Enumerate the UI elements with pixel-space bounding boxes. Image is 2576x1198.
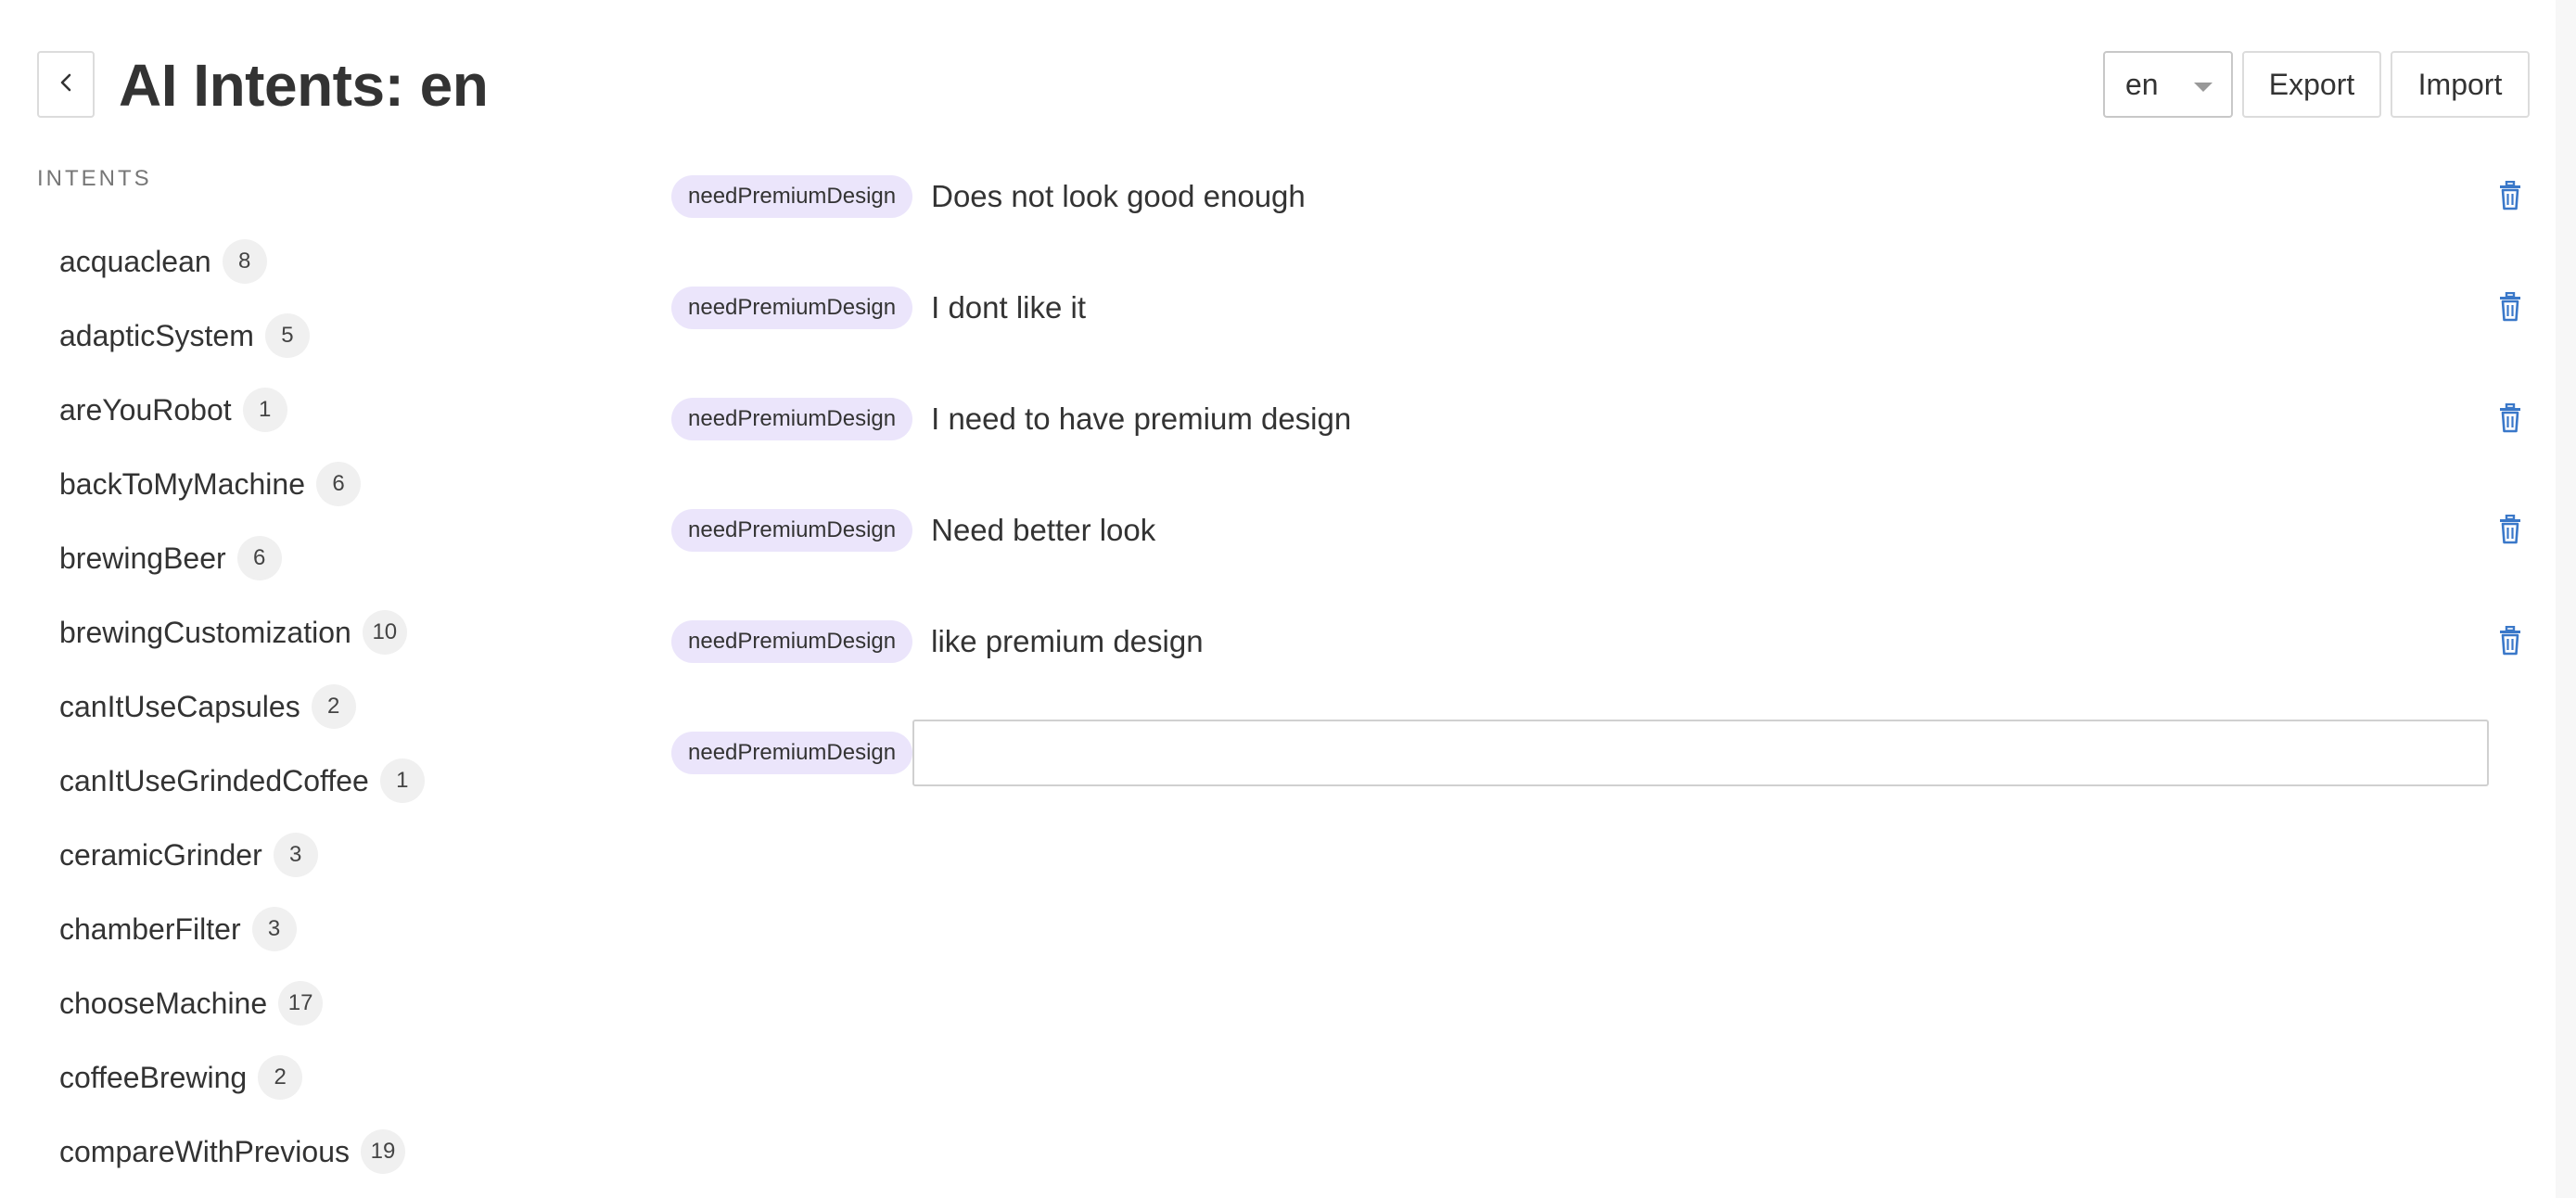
intent-name: acquaclean	[59, 244, 211, 278]
intent-count-badge: 1	[242, 388, 287, 432]
intent-item[interactable]: backToMyMachine 6	[59, 447, 425, 521]
intent-count-badge: 17	[278, 981, 324, 1026]
intent-list: acquaclean 8 adapticSystem 5 areYouRobot 1 …	[59, 224, 425, 1189]
trash-icon	[2498, 291, 2522, 326]
intent-tag: needPremiumDesign	[671, 732, 913, 774]
intent-tag: needPremiumDesign	[671, 287, 913, 329]
intent-name: coffeeBrewing	[59, 1060, 248, 1094]
trash-icon	[2498, 625, 2522, 660]
example-text: I dont like it	[931, 290, 1087, 325]
intent-name: brewingCustomization	[59, 615, 351, 649]
intent-item[interactable]: brewingBeer 6	[59, 521, 425, 595]
scrollbar-track[interactable]	[2556, 0, 2576, 1198]
intent-item[interactable]: acquaclean 8	[59, 224, 425, 299]
back-button[interactable]	[37, 51, 95, 118]
import-button[interactable]: Import	[2391, 51, 2530, 118]
intent-tag: needPremiumDesign	[671, 175, 913, 218]
intent-count-badge: 8	[222, 239, 267, 284]
intent-item[interactable]: brewingCustomization 10	[59, 595, 425, 669]
intent-count-badge: 19	[361, 1129, 405, 1174]
trash-icon	[2498, 180, 2522, 215]
intent-name: chamberFilter	[59, 911, 241, 946]
example-row: needPremiumDesign I need to have premium…	[671, 391, 2526, 447]
intent-tag: needPremiumDesign	[671, 620, 913, 663]
intent-count-badge: 6	[316, 462, 361, 506]
intent-count-badge: 2	[311, 684, 356, 729]
caret-down-icon	[2194, 83, 2213, 92]
ai-intents-page: AI Intents: en en Export Import INTENTS …	[0, 0, 2576, 1198]
language-select[interactable]: en	[2103, 51, 2233, 118]
language-select-value: en	[2125, 67, 2159, 101]
intent-count-badge: 2	[258, 1055, 303, 1100]
chevron-left-icon	[58, 72, 73, 97]
delete-button[interactable]	[2494, 625, 2526, 660]
intent-count-badge: 3	[251, 907, 297, 951]
example-text: like premium design	[931, 624, 1204, 658]
intent-item[interactable]: areYouRobot 1	[59, 373, 425, 447]
intent-item[interactable]: coffeeBrewing 2	[59, 1040, 425, 1115]
intent-count-badge: 5	[264, 313, 310, 358]
intent-count-badge: 1	[379, 758, 425, 803]
example-text: Does not look good enough	[931, 179, 1306, 213]
example-row: needPremiumDesign I dont like it	[671, 280, 2526, 336]
intent-tag: needPremiumDesign	[671, 398, 913, 440]
intent-name: areYouRobot	[59, 392, 232, 427]
intent-name: canItUseGrindedCoffee	[59, 763, 369, 797]
intent-item[interactable]: canItUseCapsules 2	[59, 669, 425, 744]
sidebar-heading: INTENTS	[37, 166, 152, 191]
intent-item[interactable]: ceramicGrinder 3	[59, 818, 425, 892]
delete-button[interactable]	[2494, 402, 2526, 438]
example-text: I need to have premium design	[931, 401, 1352, 436]
intent-item[interactable]: adapticSystem 5	[59, 299, 425, 373]
delete-button[interactable]	[2494, 514, 2526, 549]
trash-icon	[2498, 514, 2522, 549]
intent-count-badge: 3	[273, 833, 318, 877]
intent-name: adapticSystem	[59, 318, 254, 352]
page-title: AI Intents: en	[119, 52, 489, 119]
intent-tag: needPremiumDesign	[671, 509, 913, 552]
example-text: Need better look	[931, 513, 1156, 547]
intent-item[interactable]: chooseMachine 17	[59, 966, 425, 1040]
delete-button[interactable]	[2494, 180, 2526, 215]
export-button[interactable]: Export	[2242, 51, 2381, 118]
new-example-input[interactable]	[912, 720, 2490, 786]
intent-count-badge: 10	[362, 610, 407, 655]
intent-item[interactable]: chamberFilter 3	[59, 892, 425, 966]
intent-name: chooseMachine	[59, 986, 268, 1020]
delete-button[interactable]	[2494, 291, 2526, 326]
intent-count-badge: 6	[236, 536, 282, 580]
new-example-row: needPremiumDesign	[671, 720, 2526, 786]
example-row: needPremiumDesign Need better look	[671, 503, 2526, 558]
intent-item[interactable]: compareWithPrevious 19	[59, 1115, 425, 1189]
intent-name: canItUseCapsules	[59, 689, 300, 723]
intent-name: backToMyMachine	[59, 466, 305, 501]
intent-item[interactable]: canItUseGrindedCoffee 1	[59, 744, 425, 818]
example-row: needPremiumDesign Does not look good eno…	[671, 169, 2526, 224]
intent-name: brewingBeer	[59, 541, 226, 575]
trash-icon	[2498, 402, 2522, 438]
intent-name: ceramicGrinder	[59, 837, 262, 872]
intent-name: compareWithPrevious	[59, 1134, 350, 1168]
example-row: needPremiumDesign like premium design	[671, 614, 2526, 669]
